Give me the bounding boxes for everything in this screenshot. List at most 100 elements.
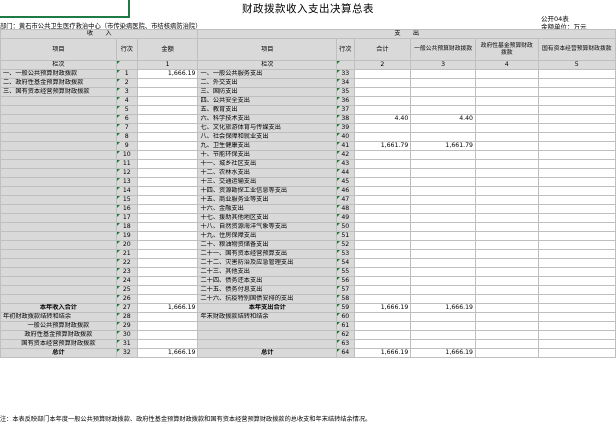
expense-state-capital[interactable] <box>537 105 616 115</box>
expense-gov-fund[interactable] <box>474 168 539 178</box>
expense-gov-fund[interactable] <box>474 123 539 133</box>
expense-total[interactable] <box>353 204 412 214</box>
expense-line-no[interactable]: 46 <box>336 186 355 196</box>
income-amount[interactable] <box>136 276 199 286</box>
expense-total[interactable] <box>353 231 412 241</box>
income-amount[interactable] <box>136 213 199 223</box>
income-line-no[interactable]: 18 <box>115 222 138 232</box>
expense-general-budget[interactable] <box>410 321 476 331</box>
income-amount[interactable] <box>136 105 199 115</box>
income-line-no[interactable]: 1 <box>115 69 138 79</box>
expense-item[interactable]: 二十四、债务还本支出 <box>197 276 338 286</box>
income-line-no[interactable]: 16 <box>115 204 138 214</box>
expense-state-capital[interactable] <box>537 267 616 277</box>
expense-state-capital[interactable] <box>537 177 616 187</box>
expense-general-budget[interactable] <box>410 240 476 250</box>
expense-general-budget[interactable] <box>410 339 476 349</box>
expense-item[interactable]: 总计 <box>197 348 338 358</box>
income-item[interactable]: 政府性基金预算财政拨款 <box>0 330 117 340</box>
expense-gov-fund[interactable] <box>474 204 539 214</box>
income-amount[interactable] <box>136 195 199 205</box>
expense-general-budget[interactable] <box>410 195 476 205</box>
expense-general-budget[interactable] <box>410 96 476 106</box>
expense-state-capital[interactable] <box>537 132 616 142</box>
expense-general-budget[interactable]: 1,666.19 <box>410 348 476 358</box>
expense-general-budget[interactable] <box>410 105 476 115</box>
expense-item[interactable]: 八、社会保障和就业支出 <box>197 132 338 142</box>
income-line-no[interactable]: 8 <box>115 132 138 142</box>
expense-gov-fund[interactable] <box>474 285 539 295</box>
expense-general-budget[interactable] <box>410 231 476 241</box>
income-line-no[interactable]: 11 <box>115 159 138 169</box>
expense-total[interactable] <box>353 177 412 187</box>
expense-general-budget[interactable] <box>410 267 476 277</box>
expense-total[interactable] <box>353 267 412 277</box>
income-item[interactable]: 三、国有资本经营预算财政拨款 <box>0 87 117 97</box>
expense-gov-fund[interactable] <box>474 213 539 223</box>
expense-gov-fund[interactable] <box>474 150 539 160</box>
expense-total[interactable] <box>353 222 412 232</box>
expense-general-budget[interactable] <box>410 177 476 187</box>
expense-gov-fund[interactable] <box>474 330 539 340</box>
income-amount[interactable] <box>136 159 199 169</box>
expense-gov-fund[interactable] <box>474 348 539 358</box>
expense-state-capital[interactable] <box>537 213 616 223</box>
expense-state-capital[interactable] <box>537 276 616 286</box>
expense-line-no[interactable]: 63 <box>336 339 355 349</box>
expense-total[interactable] <box>353 276 412 286</box>
income-item[interactable] <box>0 105 117 115</box>
income-amount[interactable]: 1,666.19 <box>136 303 199 313</box>
income-item[interactable]: 一般公共预算财政拨款 <box>0 321 117 331</box>
expense-gov-fund[interactable] <box>474 240 539 250</box>
expense-item[interactable]: 二十一、国有资本经营预算支出 <box>197 249 338 259</box>
expense-total[interactable] <box>353 312 412 322</box>
expense-line-no[interactable]: 64 <box>336 348 355 358</box>
expense-item[interactable]: 十八、自然资源海洋气象等支出 <box>197 222 338 232</box>
income-line-no[interactable]: 7 <box>115 123 138 133</box>
income-item[interactable] <box>0 294 117 304</box>
expense-line-no[interactable]: 57 <box>336 285 355 295</box>
expense-general-budget[interactable] <box>410 69 476 79</box>
expense-state-capital[interactable] <box>537 69 616 79</box>
income-line-no[interactable]: 17 <box>115 213 138 223</box>
expense-line-no[interactable]: 59 <box>336 303 355 313</box>
expense-total[interactable] <box>353 87 412 97</box>
expense-general-budget[interactable] <box>410 123 476 133</box>
expense-line-no[interactable]: 51 <box>336 231 355 241</box>
income-item[interactable]: 本年收入合计 <box>0 303 117 313</box>
expense-general-budget[interactable] <box>410 222 476 232</box>
income-line-no[interactable]: 30 <box>115 330 138 340</box>
expense-state-capital[interactable] <box>537 195 616 205</box>
expense-total[interactable] <box>353 186 412 196</box>
expense-state-capital[interactable] <box>537 96 616 106</box>
expense-item[interactable]: 十七、援助其他地区支出 <box>197 213 338 223</box>
expense-general-budget[interactable] <box>410 285 476 295</box>
expense-general-budget[interactable] <box>410 150 476 160</box>
income-item[interactable] <box>0 114 117 124</box>
income-line-no[interactable]: 15 <box>115 195 138 205</box>
income-line-no[interactable]: 5 <box>115 105 138 115</box>
expense-line-no[interactable]: 62 <box>336 330 355 340</box>
income-amount[interactable] <box>136 96 199 106</box>
expense-item[interactable]: 二十、粮油物资储备支出 <box>197 240 338 250</box>
income-amount[interactable] <box>136 132 199 142</box>
expense-general-budget[interactable]: 1,666.19 <box>410 303 476 313</box>
expense-state-capital[interactable] <box>537 168 616 178</box>
expense-gov-fund[interactable] <box>474 339 539 349</box>
expense-total[interactable]: 4.40 <box>353 114 412 124</box>
expense-state-capital[interactable] <box>537 204 616 214</box>
expense-gov-fund[interactable] <box>474 321 539 331</box>
income-line-no[interactable]: 23 <box>115 267 138 277</box>
expense-gov-fund[interactable] <box>474 186 539 196</box>
income-amount[interactable] <box>136 204 199 214</box>
income-item[interactable] <box>0 195 117 205</box>
income-line-no[interactable]: 6 <box>115 114 138 124</box>
income-amount[interactable]: 1,666.19 <box>136 348 199 358</box>
income-line-no[interactable]: 21 <box>115 249 138 259</box>
income-item[interactable] <box>0 258 117 268</box>
expense-general-budget[interactable] <box>410 258 476 268</box>
expense-gov-fund[interactable] <box>474 105 539 115</box>
expense-item[interactable]: 二十六、抗疫特别国债安排的支出 <box>197 294 338 304</box>
expense-gov-fund[interactable] <box>474 303 539 313</box>
expense-total[interactable] <box>353 195 412 205</box>
